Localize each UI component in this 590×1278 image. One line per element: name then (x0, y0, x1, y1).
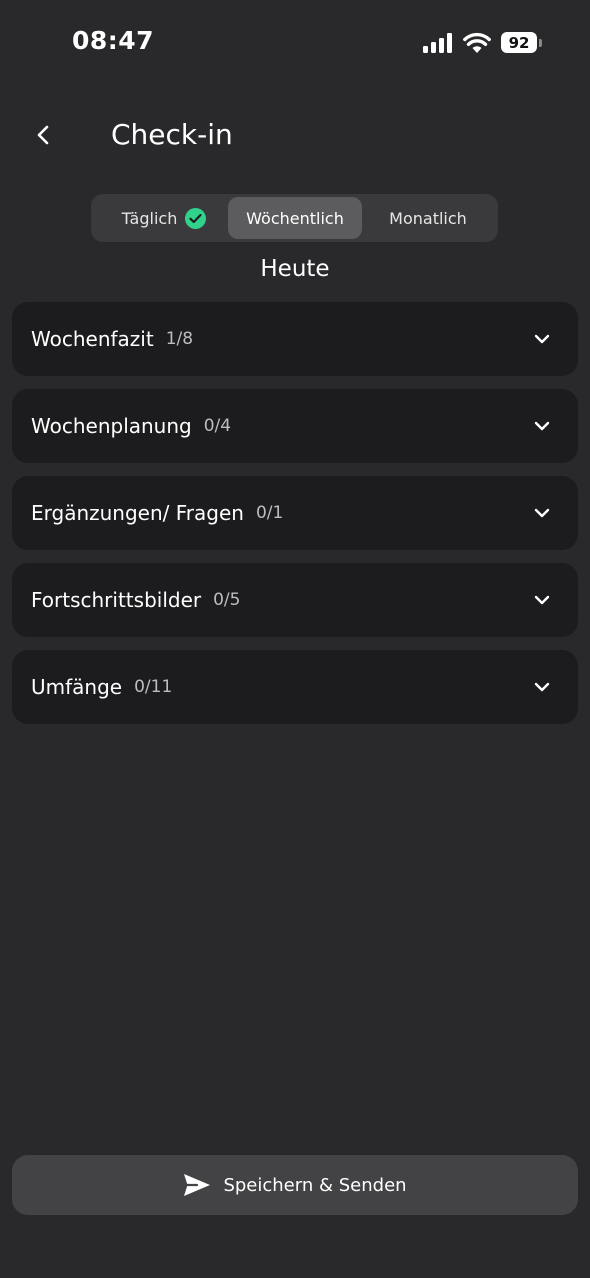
accordion-ergaenzungen-fragen[interactable]: Ergänzungen/ Fragen 0/1 (12, 476, 578, 550)
send-icon (184, 1174, 211, 1196)
accordion-title-text: Umfänge (31, 675, 123, 699)
page-title: Check-in (111, 118, 233, 151)
accordion-title: Umfänge 0/11 (31, 650, 172, 724)
chevron-down-icon (534, 682, 550, 692)
accordion-progress-count: 1/8 (165, 329, 194, 349)
chevron-left-icon (37, 125, 49, 145)
chevron-down-icon (534, 421, 550, 431)
accordion-title: Wochenfazit 1/8 (31, 302, 193, 376)
accordion-title-text: Fortschrittsbilder (31, 588, 202, 612)
wifi-icon (463, 32, 491, 53)
accordion-fortschrittsbilder[interactable]: Fortschrittsbilder 0/5 (12, 563, 578, 637)
accordion-progress-count: 0/11 (134, 677, 173, 697)
tab-daily-label: Täglich (121, 208, 178, 228)
accordion-title: Ergänzungen/ Fragen 0/1 (31, 476, 283, 550)
battery-icon: 92 (501, 32, 542, 53)
accordion-progress-count: 0/1 (255, 503, 284, 523)
accordion-wochenplanung[interactable]: Wochenplanung 0/4 (12, 389, 578, 463)
battery-tip (539, 38, 542, 47)
battery-level: 92 (501, 32, 537, 53)
status-icons: 92 (423, 32, 542, 53)
accordion-umfaenge[interactable]: Umfänge 0/11 (12, 650, 578, 724)
back-button[interactable] (28, 118, 58, 152)
accordion-progress-count: 0/5 (213, 590, 241, 610)
save-and-send-button[interactable]: Speichern & Senden (12, 1155, 578, 1215)
save-and-send-label: Speichern & Senden (223, 1174, 407, 1196)
check-circle-icon (185, 207, 207, 229)
status-bar: 08:47 92 (0, 0, 590, 90)
cellular-signal-icon (423, 32, 452, 53)
chevron-down-icon (534, 334, 550, 344)
section-heading: Heute (260, 256, 330, 282)
accordion-title-text: Wochenfazit (31, 327, 154, 351)
tab-monthly[interactable]: Monatlich (363, 197, 493, 239)
chevron-down-icon (534, 508, 550, 518)
tab-daily[interactable]: Täglich (101, 197, 227, 239)
accordion-progress-count: 0/4 (203, 416, 232, 436)
accordion-wochenfazit[interactable]: Wochenfazit 1/8 (12, 302, 578, 376)
accordion-title-text: Ergänzungen/ Fragen (31, 501, 244, 525)
status-time: 08:47 (72, 26, 155, 55)
accordion-title: Wochenplanung 0/4 (31, 389, 231, 463)
accordion-title-text: Wochenplanung (31, 414, 192, 438)
check-in-period-tabs: Täglich Wöchentlich Monatlich (91, 194, 498, 242)
tab-monthly-label: Monatlich (389, 208, 467, 228)
tab-weekly-label: Wöchentlich (246, 208, 344, 228)
tab-weekly[interactable]: Wöchentlich (228, 197, 362, 239)
accordion-title: Fortschrittsbilder 0/5 (31, 563, 240, 637)
chevron-down-icon (534, 595, 550, 605)
